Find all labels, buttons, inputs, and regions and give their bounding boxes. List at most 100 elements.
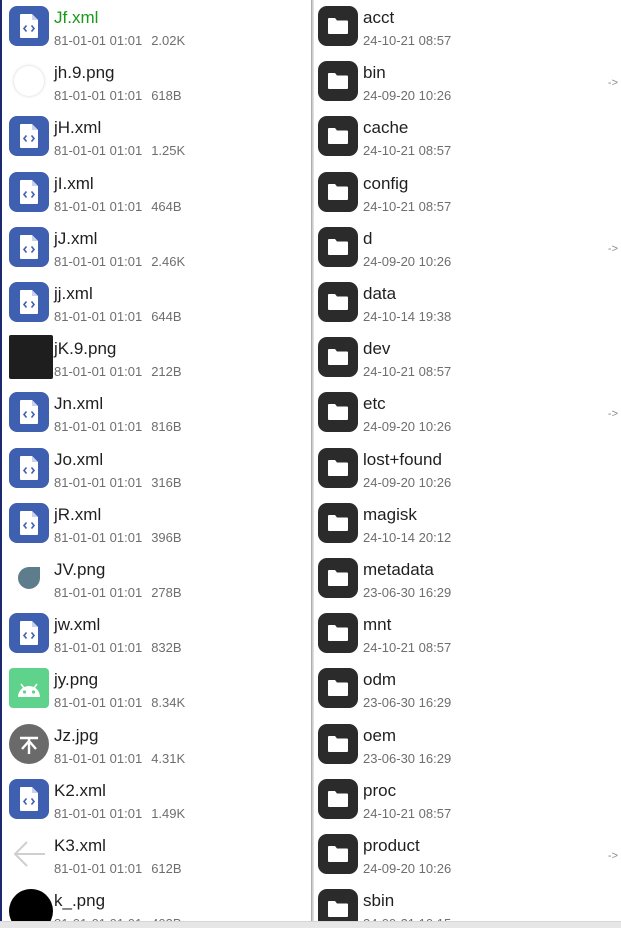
folder-icon bbox=[318, 171, 358, 212]
file-name: JV.png bbox=[54, 560, 106, 579]
folder-list-item[interactable]: mnt 24-10-21 08:57 bbox=[314, 607, 621, 662]
file-meta: 81-01-01 01:01 2.46K bbox=[54, 254, 185, 269]
xml-file-icon bbox=[9, 282, 49, 322]
file-list-item[interactable]: jR.xml 81-01-01 01:01 396B bbox=[2, 497, 311, 552]
file-list-item[interactable]: jj.xml 81-01-01 01:01 644B bbox=[2, 276, 311, 331]
file-name: jK.9.png bbox=[54, 339, 117, 359]
file-list-item[interactable]: jy.png 81-01-01 01:01 8.34K bbox=[2, 662, 311, 717]
file-list-item[interactable]: jK.9.png 81-01-01 01:01 212B bbox=[2, 331, 311, 386]
file-size: 8.34K bbox=[151, 695, 186, 711]
folder-list-item[interactable]: proc 24-10-21 08:57 bbox=[314, 773, 621, 828]
folder-date: 24-10-21 08:57 bbox=[363, 143, 452, 159]
file-list-item[interactable]: jI.xml 81-01-01 01:01 464B bbox=[2, 166, 311, 221]
file-list-item[interactable]: Jo.xml 81-01-01 01:01 316B bbox=[2, 442, 311, 497]
file-name: jI.xml bbox=[54, 173, 94, 193]
folder-list-item[interactable]: dev 24-10-21 08:57 bbox=[314, 331, 621, 386]
xml-file-icon bbox=[9, 613, 49, 654]
file-date: 81-01-01 01:01 bbox=[54, 805, 143, 821]
folder-date: 24-10-21 08:57 bbox=[363, 805, 452, 821]
folder-icon bbox=[318, 282, 358, 322]
file-meta: 81-01-01 01:01 212B bbox=[54, 364, 182, 379]
folder-icon bbox=[318, 723, 358, 764]
folder-date: 24-09-20 10:26 bbox=[363, 88, 452, 104]
folder-list-item[interactable]: sbin24-09-21 10:15 bbox=[314, 883, 621, 922]
file-list-item[interactable]: K3.xml 81-01-01 01:01 612B bbox=[2, 828, 311, 883]
file-date: 81-01-01 01:01 bbox=[54, 750, 143, 766]
file-date: 81-01-01 01:01 bbox=[54, 419, 143, 435]
file-name: K3.xml bbox=[54, 836, 106, 855]
dark-image-icon bbox=[9, 335, 53, 380]
file-date: 81-01-01 01:01 bbox=[54, 695, 143, 711]
file-size: 464B bbox=[151, 198, 182, 214]
folder-list-item[interactable]: acct 24-10-21 08:57 bbox=[314, 0, 621, 55]
folder-list-item[interactable]: odm 23-06-30 16:29 bbox=[314, 662, 621, 717]
file-name: Jn.xml bbox=[54, 394, 104, 414]
file-size: 612B bbox=[151, 861, 182, 876]
file-date: 81-01-01 01:01 bbox=[54, 529, 143, 545]
file-date: 81-01-01 01:01 bbox=[54, 309, 143, 324]
file-list-item[interactable]: Jz.jpg 81-01-01 01:01 4.31K bbox=[2, 718, 311, 773]
file-meta: 81-01-01 01:01 396B bbox=[54, 530, 182, 545]
file-list-item[interactable]: K2.xml 81-01-01 01:01 1.49K bbox=[2, 773, 311, 828]
folder-list-item[interactable]: cache 24-10-21 08:57 bbox=[314, 110, 621, 165]
folder-icon bbox=[318, 668, 358, 709]
folder-icon bbox=[318, 226, 358, 267]
folder-date: 24-10-21 08:57 bbox=[363, 640, 452, 656]
file-meta: 81-01-01 01:01 4.31K bbox=[54, 751, 185, 766]
file-size: 396B bbox=[151, 529, 182, 545]
file-list-item[interactable]: jJ.xml 81-01-01 01:01 2.46K bbox=[2, 221, 311, 276]
folder-name: etc bbox=[363, 394, 386, 414]
drop-shape-image-icon bbox=[9, 558, 49, 598]
folder-date: 24-09-20 10:26 bbox=[363, 474, 452, 490]
folder-list-item[interactable]: oem 23-06-30 16:29 bbox=[314, 718, 621, 773]
file-name: Jf.xml bbox=[54, 8, 99, 27]
folder-name: sbin bbox=[363, 891, 395, 911]
symlink-arrow: -> bbox=[607, 77, 618, 90]
android-image-icon bbox=[9, 668, 49, 709]
file-list-item[interactable]: jw.xml 81-01-01 01:01 832B bbox=[2, 607, 311, 662]
file-size: 1.25K bbox=[151, 143, 186, 159]
folder-list-item[interactable]: d 24-09-20 10:26 -> bbox=[314, 221, 621, 276]
circle-glyph-image-icon bbox=[9, 723, 49, 764]
folder-name: cache bbox=[363, 118, 409, 138]
folder-icon bbox=[318, 889, 358, 922]
folder-list-item[interactable]: etc 24-09-20 10:26 -> bbox=[314, 386, 621, 441]
folder-icon bbox=[318, 558, 358, 598]
folder-name: data bbox=[363, 284, 397, 303]
file-date: 81-01-01 01:01 bbox=[54, 88, 143, 104]
file-list-item[interactable]: Jf.xml 81-01-01 01:01 2.02K bbox=[2, 0, 311, 55]
file-name: k_.png bbox=[54, 891, 106, 911]
folder-list-item[interactable]: lost+found 24-09-20 10:26 bbox=[314, 442, 621, 497]
folder-list-item[interactable]: product 24-09-20 10:26 -> bbox=[314, 828, 621, 883]
file-size: 316B bbox=[151, 474, 182, 490]
folder-icon bbox=[318, 613, 358, 654]
folder-name: dev bbox=[363, 339, 391, 359]
file-list-item[interactable]: Jn.xml 81-01-01 01:01 816B bbox=[2, 386, 311, 441]
file-meta: 81-01-01 01:01 464B bbox=[54, 199, 182, 214]
file-size: 2.02K bbox=[151, 33, 186, 48]
folder-icon bbox=[318, 116, 358, 157]
folder-date: 24-10-21 08:57 bbox=[363, 364, 452, 380]
file-list-item[interactable]: jh.9.png 81-01-01 01:01 618B bbox=[2, 55, 311, 110]
folder-list-item[interactable]: config 24-10-21 08:57 bbox=[314, 166, 621, 221]
file-date: 81-01-01 01:01 bbox=[54, 640, 143, 656]
folder-list-item[interactable]: magisk 24-10-14 20:12 bbox=[314, 497, 621, 552]
file-list-item[interactable]: JV.png 81-01-01 01:01 278B bbox=[2, 552, 311, 607]
file-name: K2.xml bbox=[54, 780, 106, 800]
file-meta: 81-01-01 01:01 644B bbox=[54, 309, 182, 324]
xml-file-icon bbox=[9, 171, 49, 212]
file-list-item[interactable]: jH.xml 81-01-01 01:01 1.25K bbox=[2, 110, 311, 165]
folder-name: odm bbox=[363, 670, 397, 690]
folder-list-item[interactable]: bin 24-09-20 10:26 -> bbox=[314, 55, 621, 110]
symlink-arrow: -> bbox=[607, 242, 618, 255]
file-size: 618B bbox=[151, 88, 182, 104]
folder-list-item[interactable]: data 24-10-14 19:38 bbox=[314, 276, 621, 331]
file-list-item[interactable]: k_.png81-01-01 01:01403B bbox=[2, 883, 311, 922]
folder-name: config bbox=[363, 173, 409, 193]
folder-date: 24-10-14 20:12 bbox=[363, 529, 452, 545]
file-name: jR.xml bbox=[54, 504, 102, 524]
file-size: 1.49K bbox=[151, 805, 186, 821]
file-meta: 81-01-01 01:01 2.02K bbox=[54, 33, 185, 48]
file-meta: 81-01-01 01:01 8.34K bbox=[54, 695, 185, 710]
folder-list-item[interactable]: metadata 23-06-30 16:29 bbox=[314, 552, 621, 607]
